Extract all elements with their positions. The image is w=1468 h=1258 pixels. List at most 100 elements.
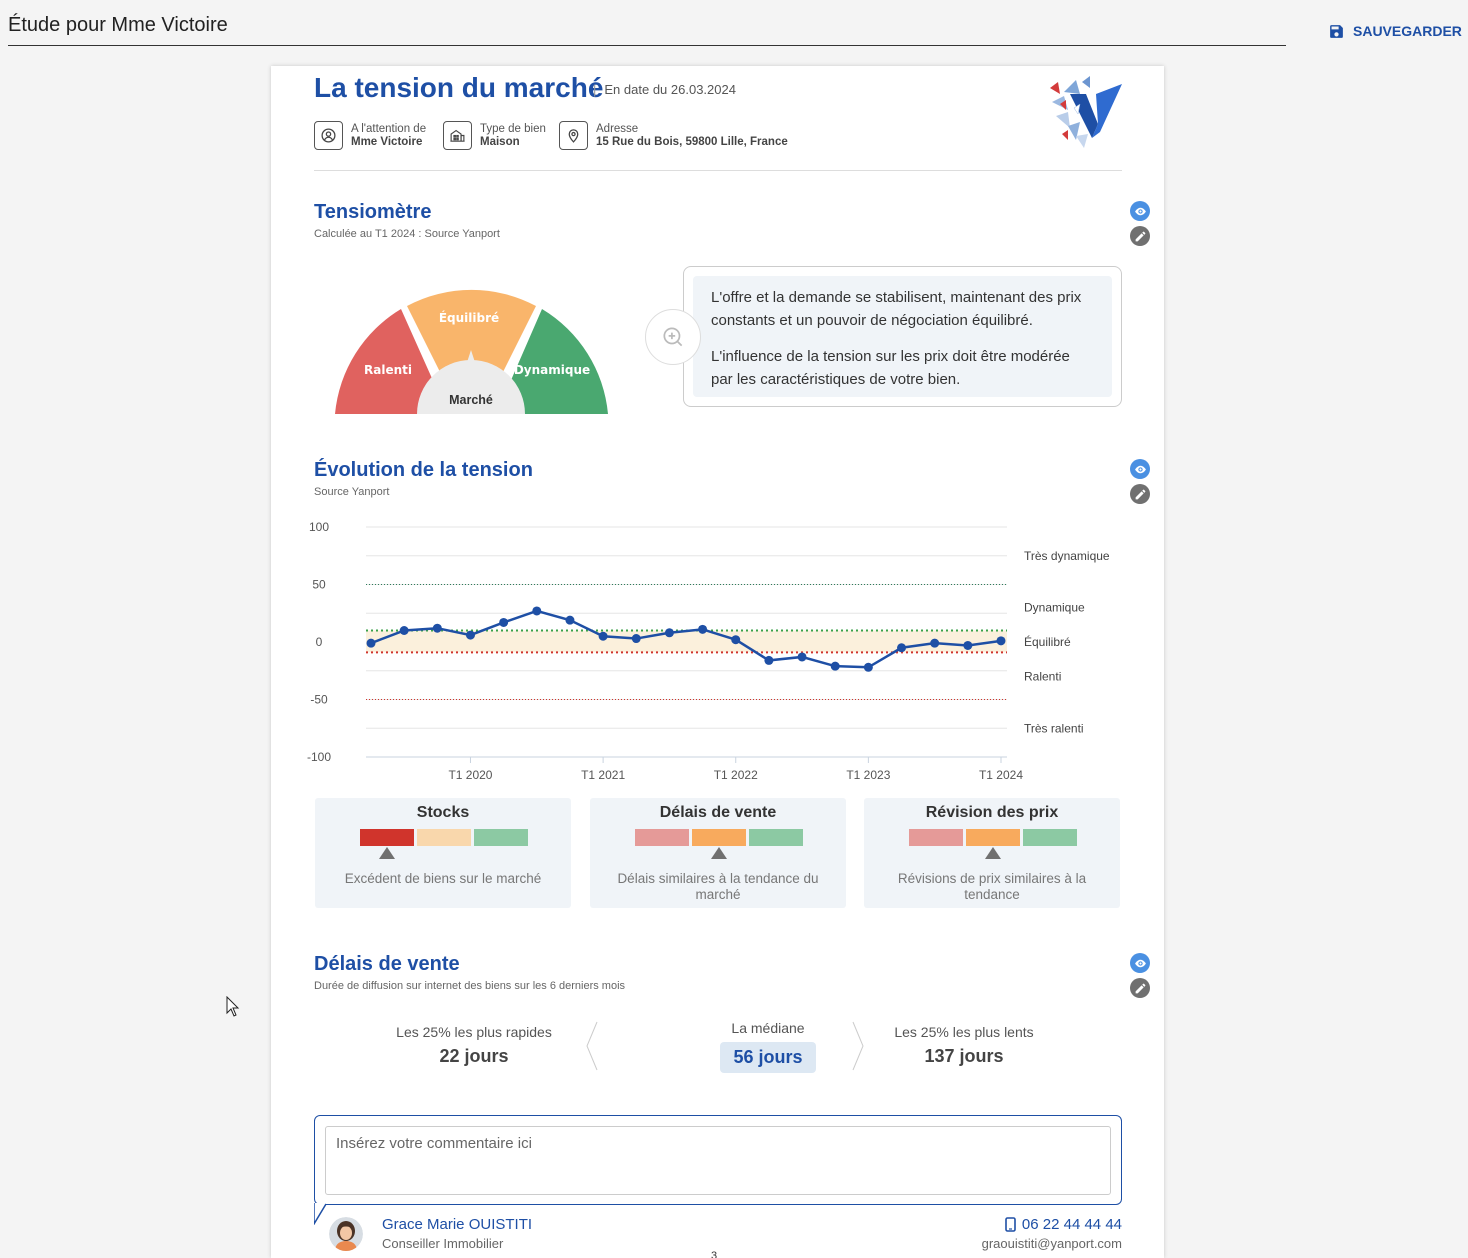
meta-value: 15 Rue du Bois, 59800 Lille, France xyxy=(596,135,788,148)
report-date-text: En date du 26.03.2024 xyxy=(604,82,736,97)
x-tick-label: T1 2021 xyxy=(581,768,625,782)
divider xyxy=(314,170,1122,171)
data-point xyxy=(963,640,973,650)
indicator-card-stocks: Stocks Excédent de biens sur le marché xyxy=(315,798,571,908)
edit-section-button[interactable] xyxy=(1130,978,1150,998)
delais-value: 22 jours xyxy=(439,1046,509,1066)
scale-segment-high xyxy=(749,829,803,846)
report-date: | En date du 26.03.2024 xyxy=(593,82,736,97)
indicator-description: Délais similaires à la tendance du march… xyxy=(617,871,819,902)
phone-icon xyxy=(1005,1217,1016,1232)
meta-label: A l'attention de xyxy=(351,122,427,135)
data-point xyxy=(830,661,840,671)
section-title-evolution: Évolution de la tension xyxy=(314,459,533,481)
user-icon xyxy=(314,121,343,150)
building-icon xyxy=(443,121,472,150)
indicator-marker xyxy=(985,847,1001,859)
agent-email[interactable]: graouistiti@yanport.com xyxy=(921,1236,1122,1251)
page-title: La tension du marché xyxy=(314,72,604,103)
page-number: 3 xyxy=(711,1250,718,1258)
location-pin-icon xyxy=(559,121,588,150)
y-tick-label: -100 xyxy=(307,750,331,764)
brand-logo xyxy=(1050,76,1122,148)
x-tick-label: T1 2022 xyxy=(714,768,758,782)
data-point xyxy=(996,636,1006,646)
chevron-right-icon xyxy=(852,1021,864,1071)
indicator-title: Révision des prix xyxy=(925,804,1059,821)
indicator-title: Stocks xyxy=(416,804,470,821)
data-point xyxy=(664,628,674,638)
explanation-text: L'influence de la tension sur les prix d… xyxy=(711,348,1070,388)
meta-label: Adresse xyxy=(596,122,639,135)
gauge-label-marche: Marché xyxy=(449,393,493,407)
delais-value: 137 jours xyxy=(924,1046,1004,1066)
indicator-description: Excédent de biens sur le marché xyxy=(344,871,542,886)
delais-label: Les 25% les plus rapides xyxy=(396,1024,552,1040)
y-tick-label: 50 xyxy=(312,578,326,592)
agent-phone[interactable]: 06 22 44 44 44 xyxy=(999,1216,1122,1233)
data-point xyxy=(863,662,873,672)
meta-label: Type de bien xyxy=(480,122,546,135)
y-tick-label: 0 xyxy=(316,635,323,649)
save-button-label: SAUVEGARDER xyxy=(1353,23,1462,39)
x-tick-label: T1 2020 xyxy=(448,768,492,782)
section-title-tensiometre: Tensiomètre xyxy=(314,201,432,223)
scale-segment-low xyxy=(909,829,963,846)
zoom-in-button[interactable] xyxy=(645,309,701,365)
visibility-toggle-button[interactable] xyxy=(1130,201,1150,221)
chevron-left-icon xyxy=(586,1021,598,1071)
data-point xyxy=(897,643,907,653)
gauge-label-dynamique: Dynamique xyxy=(514,363,590,377)
tension-line-chart: 100 50 0 -50 -100 Très dynamique Dynamique Équi… xyxy=(307,520,1110,782)
eye-icon xyxy=(1134,959,1146,967)
gauge-label-ralenti: Ralenti xyxy=(364,363,412,377)
study-title-input[interactable]: Étude pour Mme Victoire xyxy=(8,12,1286,46)
delais-label: Les 25% les plus lents xyxy=(894,1024,1034,1040)
delais-slow: Les 25% les plus lents 137 jours xyxy=(874,1024,1054,1067)
scale-segment-high xyxy=(1023,829,1077,846)
delais-label: La médiane xyxy=(731,1020,805,1036)
explanation-text: L'offre et la demande se stabilisent, ma… xyxy=(711,289,1082,329)
comment-bubble: Insérez votre commentaire ici xyxy=(314,1115,1122,1205)
comment-bubble-tail xyxy=(314,1203,327,1225)
edit-section-button[interactable] xyxy=(1130,484,1150,504)
data-point xyxy=(366,638,376,648)
indicator-title: Délais de vente xyxy=(659,804,777,821)
delais-median-value: 56 jours xyxy=(720,1042,816,1073)
x-tick-label: T1 2024 xyxy=(979,768,1023,782)
data-point xyxy=(565,615,575,625)
data-point xyxy=(698,624,708,634)
eye-icon xyxy=(1134,207,1146,215)
data-point xyxy=(731,635,741,645)
comment-input[interactable]: Insérez votre commentaire ici xyxy=(325,1126,1111,1195)
save-button[interactable]: SAUVEGARDER xyxy=(1328,20,1462,42)
indicator-card-revision: Révision des prix Révisions de prix simi… xyxy=(864,798,1120,908)
edit-section-button[interactable] xyxy=(1130,226,1150,246)
agent-name: Grace Marie OUISTITI xyxy=(382,1216,533,1233)
zone-label: Très dynamique xyxy=(1024,549,1110,563)
zone-label: Très ralenti xyxy=(1024,721,1084,735)
visibility-toggle-button[interactable] xyxy=(1130,459,1150,479)
section-subtitle: Source Yanport xyxy=(314,486,390,498)
agent-role: Conseiller Immobilier xyxy=(382,1236,504,1251)
data-point xyxy=(930,638,940,648)
gauge-label-equilibre: Équilibré xyxy=(439,310,499,325)
indicator-description: Révisions de prix similaires à la tendan… xyxy=(897,871,1087,902)
meta-property-type: Type de bien Maison xyxy=(443,121,546,150)
indicator-scale xyxy=(909,829,1079,847)
scale-segment-high xyxy=(474,829,528,846)
mouse-cursor-icon xyxy=(226,996,240,1017)
zoom-in-icon xyxy=(663,327,683,347)
indicator-scale xyxy=(635,829,805,847)
pencil-icon xyxy=(1135,983,1145,993)
data-point xyxy=(631,634,641,644)
data-point xyxy=(432,623,442,633)
section-subtitle: Durée de diffusion sur internet des bien… xyxy=(314,980,626,992)
data-point xyxy=(399,626,409,635)
visibility-toggle-button[interactable] xyxy=(1130,953,1150,973)
tension-gauge: Ralenti Équilibré Dynamique Marché xyxy=(335,289,608,414)
eye-icon xyxy=(1134,465,1146,473)
y-tick-label: -50 xyxy=(310,693,328,707)
data-point xyxy=(764,655,774,665)
delais-median: La médiane xyxy=(678,1020,858,1036)
